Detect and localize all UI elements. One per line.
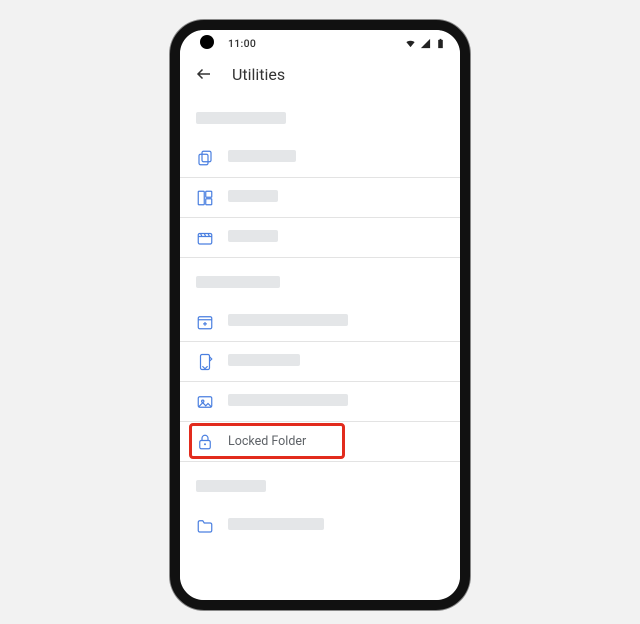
- list-item[interactable]: [180, 218, 460, 258]
- utilities-list: Locked Folder: [180, 112, 460, 566]
- list-item-icon: [196, 393, 214, 411]
- list-item-icon: [196, 433, 214, 451]
- image-icon: [196, 393, 214, 411]
- copy-icon: [196, 149, 214, 167]
- list-item[interactable]: [180, 342, 460, 382]
- list-item-label: [228, 314, 348, 330]
- list-item[interactable]: [180, 382, 460, 422]
- placeholder-text: [228, 190, 278, 202]
- list-item[interactable]: [180, 138, 460, 178]
- list-item-label: [228, 230, 278, 246]
- phone-save-icon: [196, 353, 214, 371]
- screen: 11:00 Utilities Locked Folder: [180, 30, 460, 600]
- list-item-icon: [196, 353, 214, 371]
- list-item-label: [228, 518, 324, 534]
- placeholder-text: [228, 394, 348, 406]
- collage-icon: [196, 189, 214, 207]
- battery-icon: [435, 38, 446, 49]
- section-header: [196, 480, 444, 492]
- placeholder-text: [228, 230, 278, 242]
- front-camera: [200, 35, 214, 49]
- list-item-icon: [196, 189, 214, 207]
- status-icons: [405, 38, 446, 49]
- placeholder-text: [196, 112, 286, 124]
- phone-frame: 11:00 Utilities Locked Folder: [170, 20, 470, 610]
- list-item-label: [228, 190, 278, 206]
- list-item-icon: [196, 517, 214, 535]
- placeholder-text: [228, 354, 300, 366]
- list-item-icon: [196, 229, 214, 247]
- list-item[interactable]: [180, 178, 460, 218]
- list-item[interactable]: Locked Folder: [180, 422, 460, 462]
- placeholder-text: [196, 480, 266, 492]
- signal-icon: [420, 38, 431, 49]
- list-item[interactable]: [180, 506, 460, 546]
- status-time: 11:00: [228, 37, 256, 50]
- list-item-icon: [196, 313, 214, 331]
- placeholder-text: [196, 276, 280, 288]
- placeholder-text: [228, 518, 324, 530]
- lock-icon: [196, 433, 214, 451]
- placeholder-text: [228, 314, 348, 326]
- back-button[interactable]: [194, 64, 214, 84]
- page-title: Utilities: [232, 65, 285, 84]
- list-item-label: [228, 150, 296, 166]
- list-item-label: [228, 394, 348, 410]
- folder-icon: [196, 517, 214, 535]
- movie-icon: [196, 229, 214, 247]
- app-header: Utilities: [180, 56, 460, 94]
- placeholder-text: [228, 150, 296, 162]
- section-header: [196, 112, 444, 124]
- list-item-icon: [196, 149, 214, 167]
- wifi-icon: [405, 38, 416, 49]
- section-header: [196, 276, 444, 288]
- status-bar: 11:00: [180, 30, 460, 56]
- list-item[interactable]: [180, 302, 460, 342]
- list-item-label: Locked Folder: [228, 434, 306, 449]
- list-item-label: [228, 354, 300, 370]
- arrow-left-icon: [195, 65, 213, 83]
- add-photo-icon: [196, 313, 214, 331]
